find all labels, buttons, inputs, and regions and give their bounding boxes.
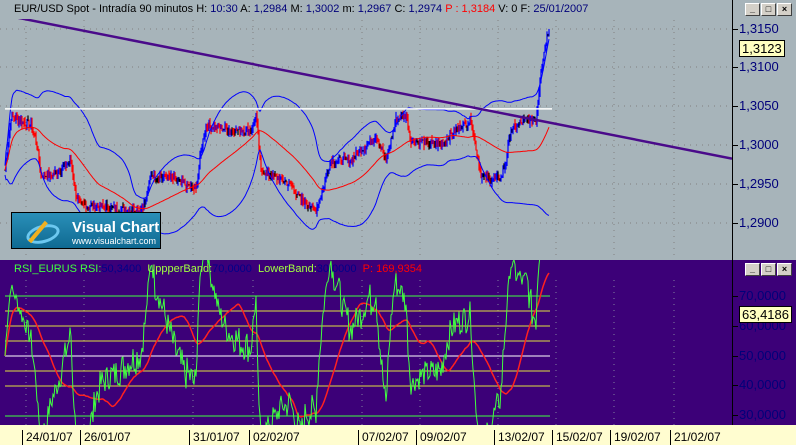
lower-band-key: LowerBand: [258, 263, 317, 275]
p-value: P : 1,3184 [445, 3, 496, 15]
price-tick: 1,3000 [733, 137, 779, 152]
field-value: 10:30 [210, 3, 238, 15]
rsi-panel[interactable]: RSI_EURUS RSI:50,3400 UppperBand:70,0000… [0, 260, 796, 425]
visual-chart-logo: Visual Chart www.visualchart.com [11, 212, 161, 249]
rsi-title-bar: RSI_EURUS RSI:50,3400 UppperBand:70,0000… [0, 260, 796, 279]
field-value: 1,2974 [408, 3, 443, 15]
date-tick-label: 31/01/07 [189, 430, 240, 445]
price-title-bar: EUR/USD Spot - Intradía 90 minutos H: 10… [0, 0, 796, 19]
date-tick-label: 19/02/07 [610, 430, 661, 445]
volume-value: V: 0 [498, 3, 518, 15]
price-tick: 1,3150 [733, 21, 779, 36]
lower-band-value: 30,0000 [316, 263, 357, 275]
rsi-chart[interactable] [0, 260, 732, 425]
rsi-axis[interactable]: 70,0000 60,0000 50,0000 40,0000 30,0000 … [732, 260, 796, 425]
field-key: m: [342, 3, 355, 15]
logo-name: Visual Chart [72, 219, 160, 236]
rsi-key: RSI: [80, 263, 102, 275]
field-key: A: [240, 3, 251, 15]
rsi-tick: 40,0000 [733, 377, 786, 392]
upper-band-key: UppperBand: [147, 263, 213, 275]
rsi-tick: 30,0000 [733, 407, 786, 422]
date-tick-label: 24/01/07 [22, 430, 73, 445]
date-tick-label: 21/02/07 [670, 430, 721, 445]
date-tick-label: 09/02/07 [416, 430, 467, 445]
field-value: 1,3002 [305, 3, 340, 15]
date-key: F: [520, 3, 531, 15]
price-tick: 1,3050 [733, 98, 779, 113]
rsi-tick: 70,0000 [733, 288, 786, 303]
current-rsi-label: 63,4186 [739, 306, 792, 323]
trend-line [0, 13, 732, 160]
date-tick-label: 07/02/07 [358, 430, 409, 445]
rsi-average-line [4, 272, 550, 418]
field-value: 1,2967 [357, 3, 392, 15]
rsi-value: 50,3400 [101, 263, 142, 275]
moving-average-line [4, 126, 550, 210]
price-panel[interactable]: EUR/USD Spot - Intradía 90 minutos H: 10… [0, 0, 796, 260]
rsi-line [4, 260, 541, 425]
price-tick: 1,2900 [733, 215, 779, 230]
upper-band-value: 70,0000 [212, 263, 252, 275]
instrument-title: EUR/USD Spot - Intradía 90 minutos [14, 3, 194, 15]
current-price-label: 1,3123 [739, 40, 785, 57]
price-tick: 1,2950 [733, 176, 779, 191]
field-key: H: [196, 3, 208, 15]
field-value: 1,2984 [253, 3, 288, 15]
date-tick-label: 26/01/07 [80, 430, 131, 445]
field-key: M: [290, 3, 303, 15]
rsi-p-value: P: 169,9354 [362, 263, 422, 275]
logo-url: www.visualchart.com [72, 236, 157, 246]
price-axis[interactable]: 1,3150 1,3100 1,3050 1,3000 1,2950 1,290… [732, 0, 796, 260]
date-tick-label: 02/02/07 [249, 430, 300, 445]
date-axis[interactable]: 24/01/07 26/01/07 31/01/07 02/02/07 07/02/07… [0, 425, 796, 445]
date-tick-label: 15/02/07 [552, 430, 603, 445]
price-tick: 1,3100 [733, 59, 779, 74]
field-key: C: [394, 3, 406, 15]
date-value: 25/01/2007 [533, 3, 589, 15]
date-tick-label: 13/02/07 [494, 430, 545, 445]
rsi-tick: 50,0000 [733, 348, 786, 363]
rsi-name: RSI_EURUS [14, 263, 77, 275]
